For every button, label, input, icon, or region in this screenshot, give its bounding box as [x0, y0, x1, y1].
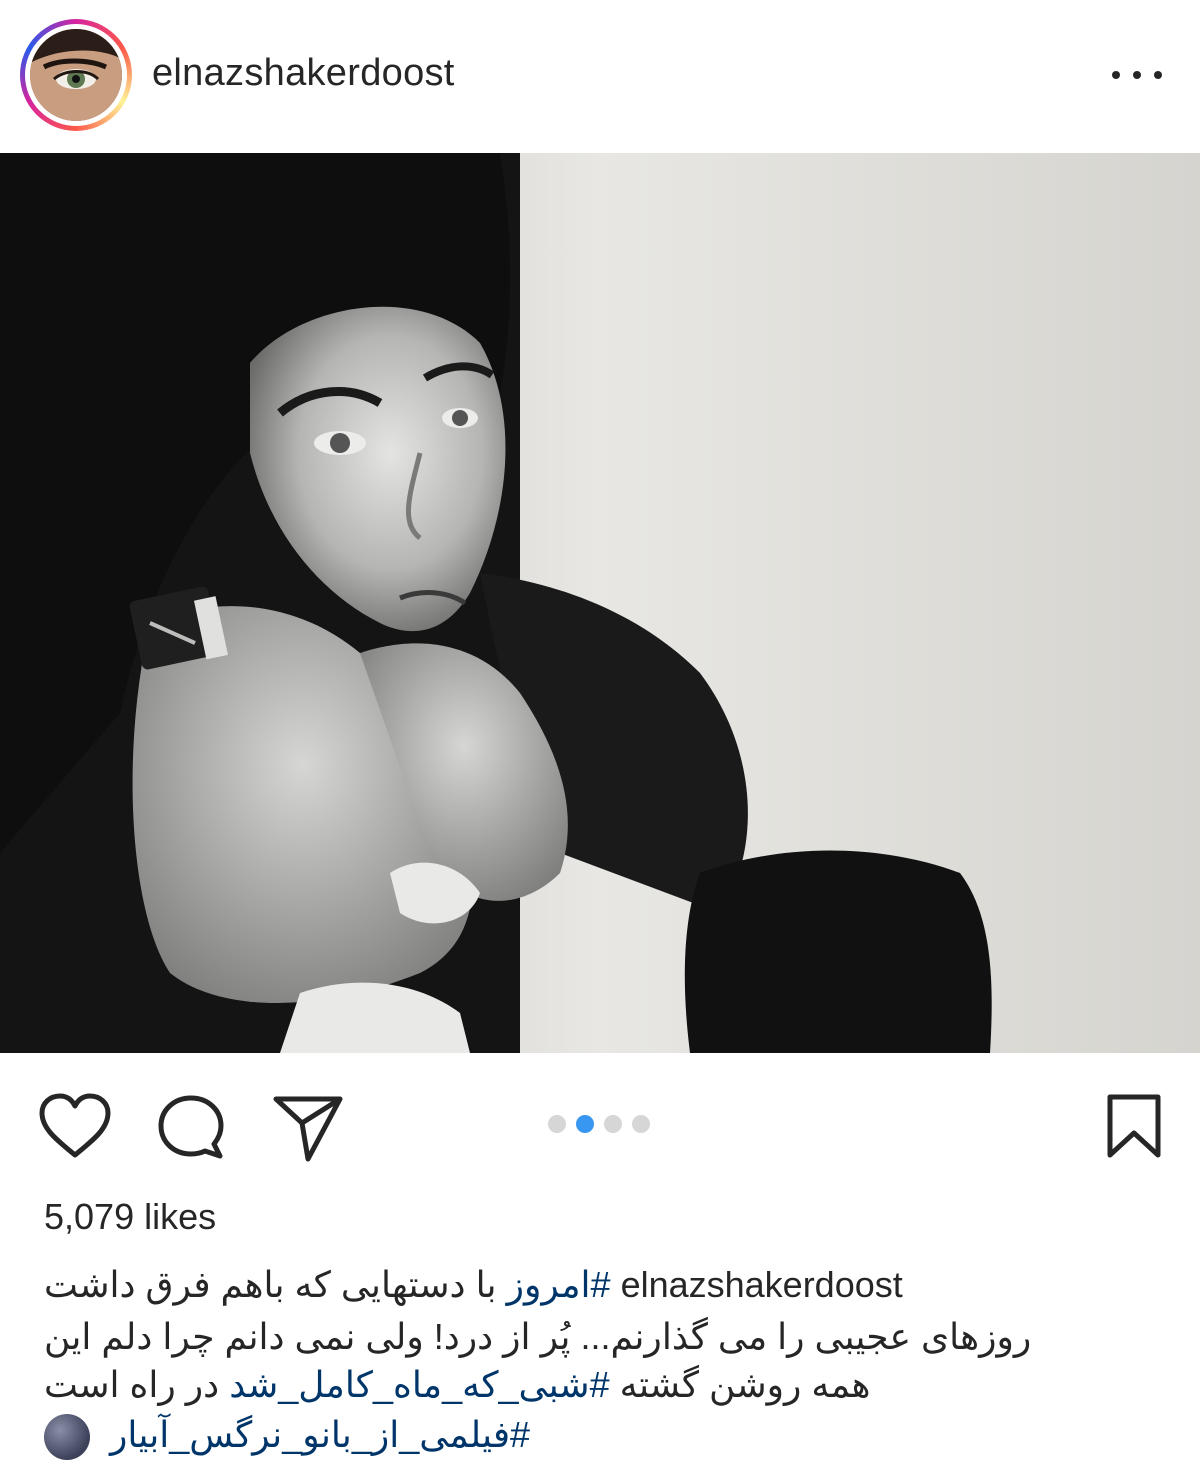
hashtag[interactable]: #شبی_که_ماه_کامل_شد	[229, 1364, 609, 1405]
avatar-frame	[25, 24, 127, 126]
carousel-indicator	[548, 1115, 650, 1133]
bookmark-icon[interactable]	[1106, 1093, 1162, 1159]
caption-text: روزهای عجیبی را می گذارنم... پُر از درد!…	[44, 1316, 1032, 1357]
hashtag[interactable]: #امروز	[507, 1264, 611, 1305]
caption-text: همه روشن گشته	[619, 1364, 871, 1405]
caption-line-4: #فیلمی_از_بانو_نرگس_آبیار	[44, 1412, 530, 1461]
carousel-dot	[632, 1115, 650, 1133]
more-horizontal-icon[interactable]	[1112, 60, 1162, 90]
post-header: elnazshakerdoost	[0, 0, 1200, 152]
story-ring[interactable]	[20, 19, 132, 131]
new-moon-face-emoji	[44, 1414, 90, 1461]
caption-line-2: روزهای عجیبی را می گذارنم... پُر از درد!…	[44, 1314, 1031, 1360]
send-icon[interactable]	[272, 1093, 344, 1163]
avatar-image	[30, 29, 122, 121]
carousel-dot-active	[576, 1115, 594, 1133]
profile-avatar[interactable]	[30, 29, 122, 121]
like-count[interactable]: 5,079 likes	[44, 1196, 216, 1238]
caption-line-3: همه روشن گشته #شبی_که_ماه_کامل_شد در راه…	[44, 1362, 871, 1408]
carousel-dot	[604, 1115, 622, 1133]
caption-text: در راه است	[44, 1364, 220, 1405]
post-photo[interactable]	[0, 153, 1200, 1053]
more-dot	[1112, 71, 1120, 79]
hashtag[interactable]: #فیلمی_از_بانو_نرگس_آبیار	[110, 1414, 530, 1455]
heart-icon[interactable]	[38, 1093, 112, 1159]
post-username[interactable]: elnazshakerdoost	[152, 52, 455, 95]
caption-username[interactable]: elnazshakerdoost	[621, 1264, 903, 1305]
caption-line-1: elnazshakerdoost #امروز با دستهایی که با…	[44, 1262, 903, 1308]
more-dot	[1133, 71, 1141, 79]
carousel-dot	[548, 1115, 566, 1133]
portrait-illustration	[0, 153, 1200, 1053]
caption-text: با دستهایی که باهم فرق داشت	[44, 1264, 497, 1305]
more-dot	[1154, 71, 1162, 79]
comment-icon[interactable]	[156, 1093, 226, 1161]
